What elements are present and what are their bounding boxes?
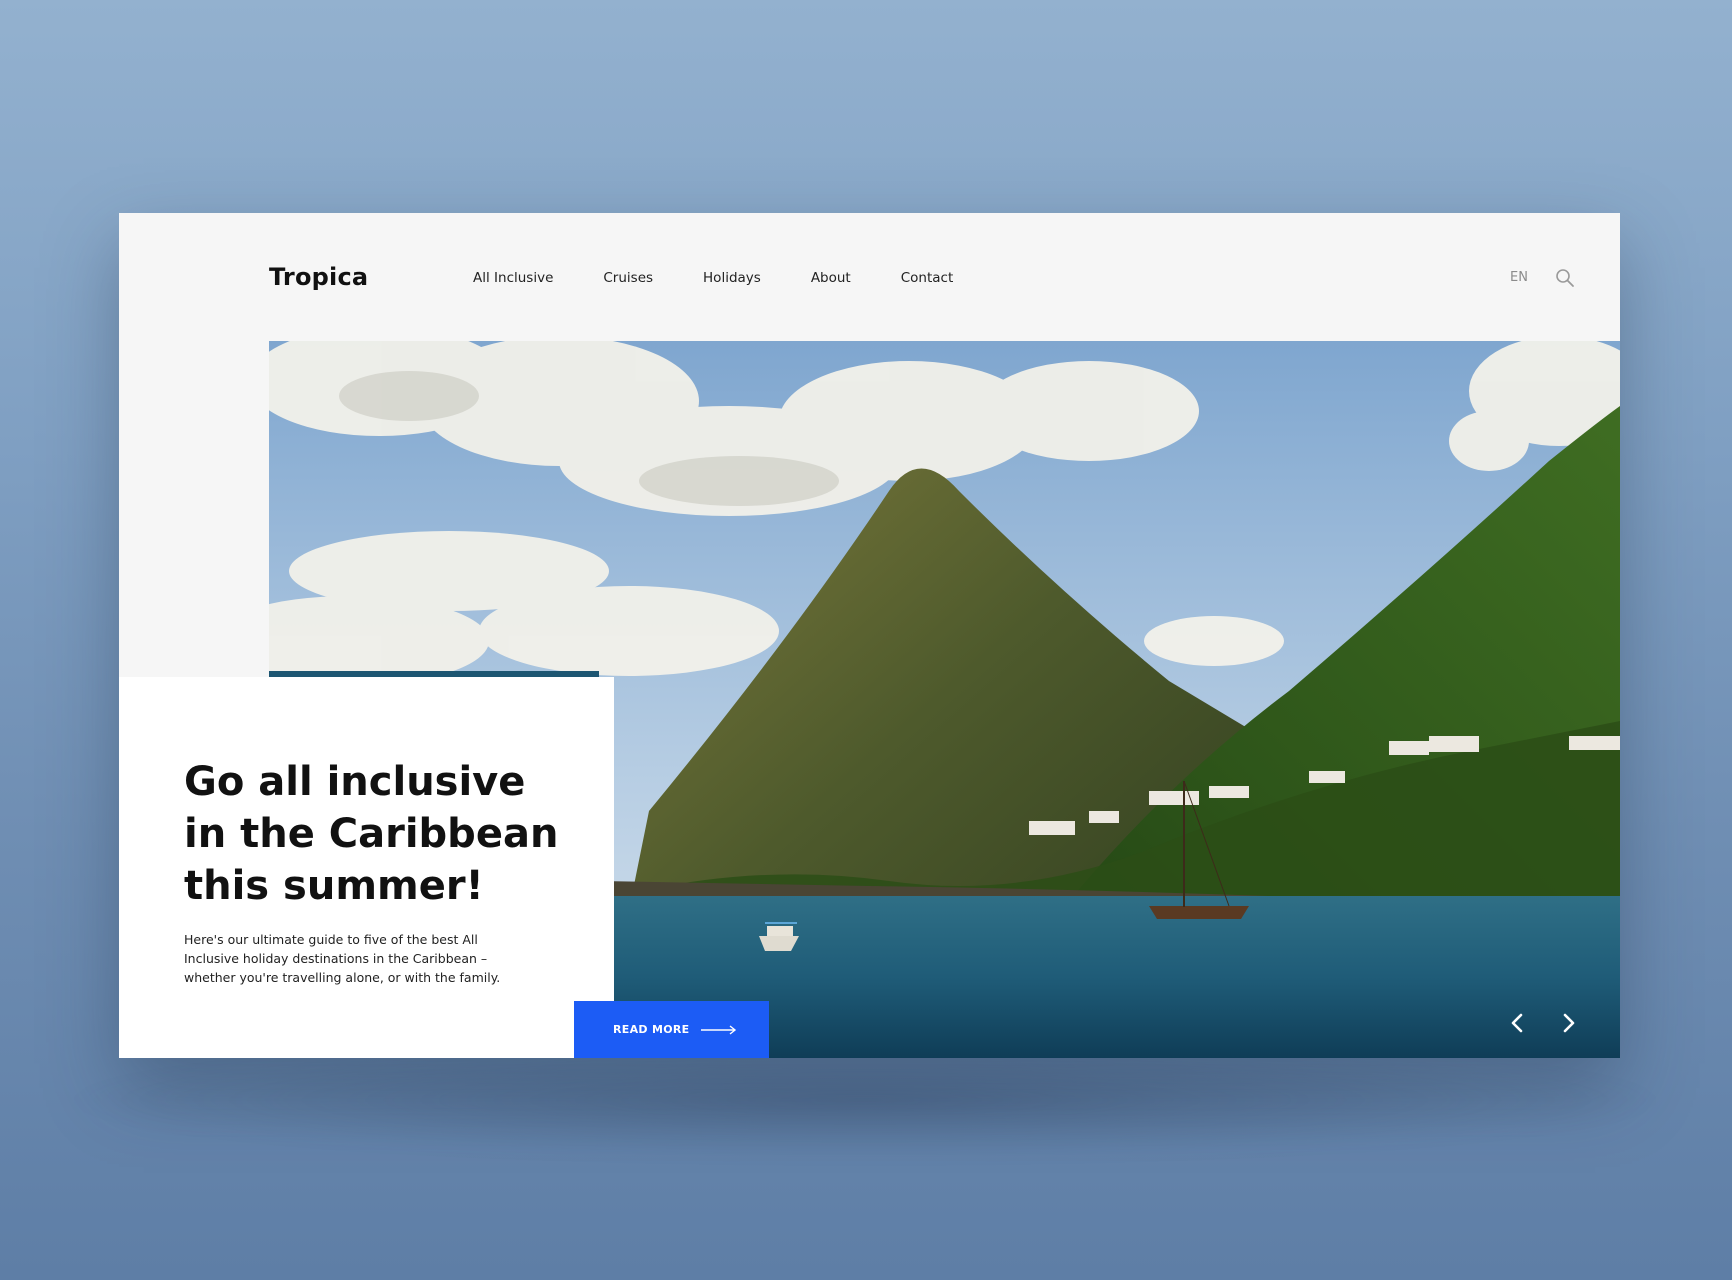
- nav-item-about[interactable]: About: [811, 270, 851, 286]
- hero-subtext: Here's our ultimate guide to five of the…: [184, 932, 501, 985]
- website-window: Tropica All Inclusive Cruises Holidays A…: [119, 213, 1620, 1058]
- page-background: Tropica All Inclusive Cruises Holidays A…: [0, 0, 1732, 1280]
- read-more-button[interactable]: READ MORE: [574, 1001, 769, 1058]
- read-more-label: READ MORE: [613, 1023, 690, 1036]
- main-nav: All Inclusive Cruises Holidays About Con…: [473, 270, 1003, 286]
- nav-item-cruises[interactable]: Cruises: [603, 270, 653, 286]
- site-logo[interactable]: Tropica: [269, 263, 368, 291]
- nav-item-holidays[interactable]: Holidays: [703, 270, 761, 286]
- chevron-right-icon: [1563, 1013, 1575, 1033]
- hero-headline-line-1: Go all inclusive: [184, 759, 526, 805]
- background-shadow: [60, 1040, 1670, 1160]
- hero-headline-line-3: this summer!: [184, 863, 484, 909]
- hero-text-card: Go all inclusive in the Caribbean this s…: [119, 677, 614, 1058]
- chevron-left-icon: [1511, 1013, 1523, 1033]
- nav-item-contact[interactable]: Contact: [901, 270, 954, 286]
- slider-next-button[interactable]: [1553, 1008, 1583, 1038]
- search-icon[interactable]: [1555, 268, 1575, 288]
- hero-headline-line-2: in the Caribbean: [184, 811, 559, 857]
- site-header: Tropica All Inclusive Cruises Holidays A…: [119, 213, 1620, 341]
- language-switcher[interactable]: EN: [1510, 270, 1528, 285]
- slider-prev-button[interactable]: [1503, 1008, 1533, 1038]
- arrow-right-icon: [701, 1024, 737, 1035]
- hero-headline: Go all inclusive in the Caribbean this s…: [184, 756, 604, 912]
- nav-item-all-inclusive[interactable]: All Inclusive: [473, 270, 553, 286]
